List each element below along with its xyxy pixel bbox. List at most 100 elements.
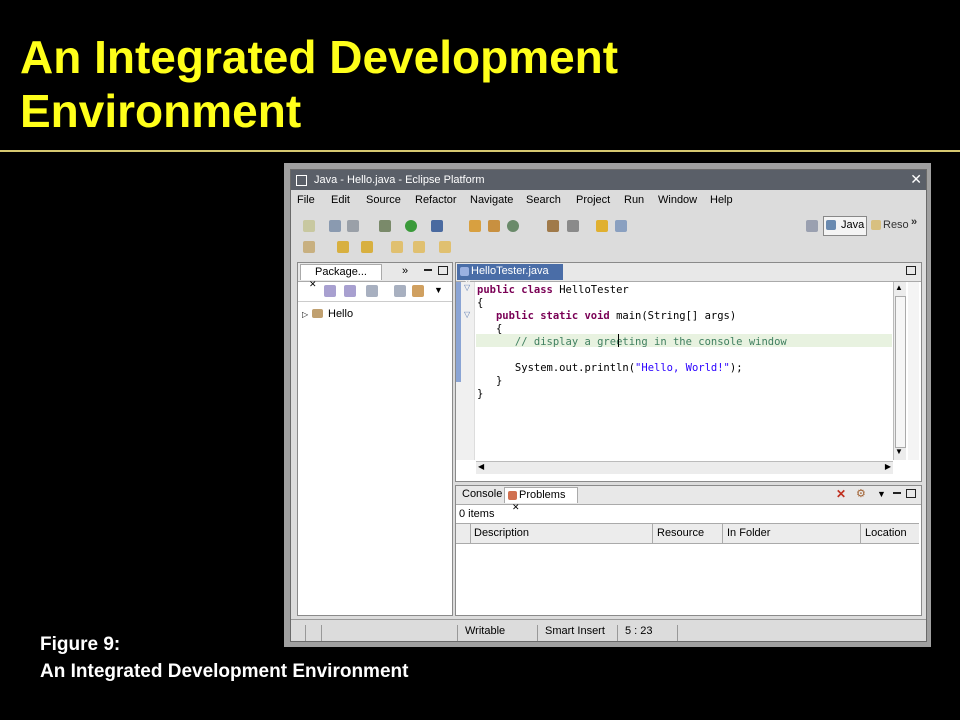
tree-item-hello[interactable]: ▷ Hello: [302, 308, 422, 320]
forward-icon[interactable]: [439, 241, 451, 253]
collapse-all-icon[interactable]: [394, 285, 406, 297]
last-edit-icon[interactable]: [391, 241, 403, 253]
fold-method-icon[interactable]: ▽: [464, 310, 470, 319]
open-perspective-icon[interactable]: [806, 220, 818, 232]
close-icon[interactable]: ✕: [910, 172, 922, 186]
menu-window[interactable]: Window: [658, 194, 697, 206]
fold-class-icon[interactable]: ▽: [464, 283, 470, 292]
package-explorer-panel: Package... ✕ » ▼ ▷ Hello: [297, 262, 453, 616]
scroll-left-icon[interactable]: ◀: [478, 462, 484, 471]
problems-view-menu-icon[interactable]: ▼: [877, 489, 886, 499]
editor-vertical-scrollbar[interactable]: ▲ ▼: [893, 282, 906, 460]
delete-icon[interactable]: ✕: [836, 487, 846, 501]
tab-package-explorer[interactable]: Package... ✕: [300, 264, 382, 289]
code-line-1: public class HelloTester: [477, 284, 629, 296]
column-description[interactable]: Description: [470, 524, 653, 543]
hierarchy-tab-icon[interactable]: »: [402, 265, 408, 277]
code-line-9: }: [477, 388, 483, 400]
tab-problems[interactable]: Problems ✕: [504, 487, 578, 512]
new-class-icon[interactable]: [507, 220, 519, 232]
menu-file[interactable]: File: [297, 194, 315, 206]
problems-maximize-icon[interactable]: [906, 489, 916, 498]
problems-table-header: Description Resource In Folder Location: [456, 523, 919, 544]
editor-tab-label: HelloTester.java: [471, 265, 549, 277]
scroll-up-icon[interactable]: ▲: [895, 283, 903, 292]
previous-annotation-icon[interactable]: [361, 241, 373, 253]
menu-edit[interactable]: Edit: [331, 194, 350, 206]
up-nav-icon[interactable]: [366, 285, 378, 297]
editor-gutter: ▽ ▽: [456, 282, 475, 460]
window-menu-icon[interactable]: [296, 175, 307, 186]
back-icon[interactable]: [413, 241, 425, 253]
minimize-icon[interactable]: [424, 269, 432, 271]
open-type-icon[interactable]: [469, 220, 481, 232]
change-ruler: [456, 282, 461, 382]
menu-source[interactable]: Source: [366, 194, 401, 206]
column-location[interactable]: Location: [861, 524, 919, 543]
problems-minimize-icon[interactable]: [893, 492, 901, 494]
bottom-tabbar: Console Problems ✕ ✕ ⚙ ▼: [456, 486, 921, 512]
window-titlebar[interactable]: Java - Hello.java - Eclipse Platform ✕: [291, 170, 926, 190]
maximize-icon[interactable]: [438, 266, 448, 275]
back-nav-icon[interactable]: [324, 285, 336, 297]
menu-help[interactable]: Help: [710, 194, 733, 206]
java-perspective-icon: [826, 220, 836, 230]
external-tools-icon[interactable]: [431, 220, 443, 232]
save-icon[interactable]: [329, 220, 341, 232]
menu-search[interactable]: Search: [526, 194, 561, 206]
editor-panel: HelloTester.java ✕ ▽ ▽ public class Hell…: [455, 262, 922, 482]
view-menu-icon[interactable]: ▼: [434, 285, 443, 295]
column-severity[interactable]: [456, 524, 471, 543]
tab-hellotester-java[interactable]: HelloTester.java ✕: [457, 264, 563, 288]
search-icon[interactable]: [567, 220, 579, 232]
overview-ruler: [908, 282, 919, 460]
perspective-java[interactable]: Java: [823, 216, 867, 236]
problems-close-icon[interactable]: ✕: [512, 502, 520, 512]
scroll-thumb[interactable]: [895, 296, 906, 448]
menu-run[interactable]: Run: [624, 194, 644, 206]
forward-nav-icon[interactable]: [344, 285, 356, 297]
more-perspectives-icon[interactable]: »: [911, 216, 917, 228]
package-explorer-close-icon[interactable]: ✕: [309, 279, 317, 289]
new-icon[interactable]: [303, 220, 315, 232]
tab-console[interactable]: Console: [458, 487, 506, 503]
open-package-icon[interactable]: [488, 220, 500, 232]
menu-project[interactable]: Project: [576, 194, 610, 206]
open-task-icon[interactable]: [303, 241, 315, 253]
menu-refactor[interactable]: Refactor: [415, 194, 457, 206]
filter-icon[interactable]: ⚙: [856, 487, 866, 500]
column-in-folder[interactable]: In Folder: [723, 524, 861, 543]
caption-label: Figure 9:: [40, 634, 121, 655]
next-annotation-icon[interactable]: [337, 241, 349, 253]
caption-text: An Integrated Development Environment: [40, 661, 409, 682]
run-icon[interactable]: [405, 220, 417, 232]
open-folder-icon[interactable]: [547, 220, 559, 232]
debug-icon[interactable]: [379, 220, 391, 232]
expand-icon[interactable]: ▷: [302, 310, 308, 319]
status-separator: [537, 625, 538, 641]
slide-title-line1: An Integrated Development: [20, 31, 619, 83]
code-text: {: [477, 323, 503, 335]
annotation-icon[interactable]: [596, 220, 608, 232]
scroll-right-icon[interactable]: ▶: [885, 462, 891, 471]
editor-maximize-icon[interactable]: [906, 266, 916, 275]
code-text: HelloTester: [559, 284, 629, 296]
keyword: public class: [477, 284, 560, 296]
editor-horizontal-scrollbar[interactable]: ◀ ▶: [476, 461, 893, 474]
print-icon[interactable]: [347, 220, 359, 232]
toggle-icon[interactable]: [615, 220, 627, 232]
perspective-resource-label[interactable]: Reso: [883, 219, 909, 231]
link-editor-icon[interactable]: [412, 285, 424, 297]
keyword: public static void: [477, 310, 617, 322]
status-writable: Writable: [465, 625, 506, 637]
code-text: System.out.println(: [477, 362, 636, 374]
column-resource[interactable]: Resource: [653, 524, 723, 543]
tree-item-label: Hello: [328, 308, 354, 320]
slide-title-line2: Environment: [20, 85, 302, 137]
status-separator: [457, 625, 458, 641]
items-count: 0 items: [459, 508, 495, 520]
resource-perspective-icon[interactable]: [871, 220, 881, 230]
scroll-down-icon[interactable]: ▼: [895, 447, 903, 456]
slide-title: An Integrated Development Environment: [20, 30, 940, 138]
menu-navigate[interactable]: Navigate: [470, 194, 513, 206]
